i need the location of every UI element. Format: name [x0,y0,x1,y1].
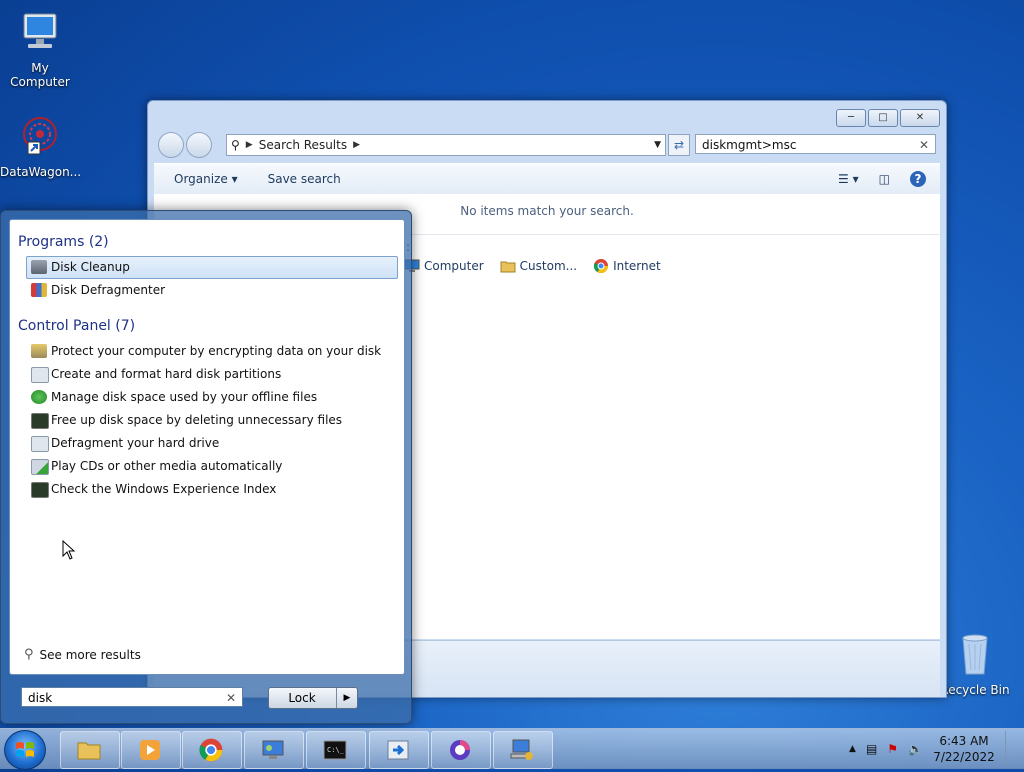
show-hidden-icons-icon[interactable]: ▲ [849,744,856,754]
taskbar-chrome-button[interactable] [182,731,242,769]
defrag-icon [31,436,49,452]
chrome-icon [593,259,609,273]
command-bar: Organize ▾ Save search ☰ ▾ ◫ ? [154,163,940,194]
close-button[interactable]: ✕ [900,109,940,127]
minimize-button[interactable]: ─ [836,109,866,127]
result-autoplay[interactable]: Play CDs or other media automatically [26,455,398,478]
volume-icon[interactable]: 🔈 [908,742,923,756]
breadcrumb-arrow-icon: ▶ [353,140,361,150]
help-icon[interactable]: ? [910,171,926,187]
disk-cleanup-icon [31,260,47,274]
sync-icon [31,390,47,404]
mouse-cursor-icon [62,540,76,560]
preview-pane-icon[interactable]: ◫ [879,172,890,186]
clock-time: 6:43 AM [939,734,989,748]
clear-search-icon[interactable]: ✕ [919,135,929,155]
save-search-button[interactable]: Save search [268,172,341,186]
folder-icon [500,261,516,273]
desktop-icon-datawagon[interactable]: DataWagon... [0,112,82,179]
computer-icon [23,13,57,48]
start-menu: Programs (2) Disk Cleanup Disk Defragmen… [0,210,412,724]
desktop-icon-label: My Computer [10,61,70,89]
datawagon-icon [23,117,57,155]
programs-group-title[interactable]: Programs (2) [10,220,404,256]
show-desktop-button[interactable] [1005,731,1016,767]
breadcrumb-arrow-icon: ▶ [245,140,253,150]
windows-logo-icon [16,742,34,757]
monitor-icon [31,413,49,429]
taskbar-control-panel-button[interactable] [244,731,304,769]
recycle-bin-icon [962,634,988,675]
start-search-value: disk [28,691,53,705]
result-encrypt-disk[interactable]: Protect your computer by encrypting data… [26,340,398,363]
media-player-icon [140,740,160,760]
chrome-icon [199,738,223,762]
search-again-computer[interactable]: Computer [404,258,484,274]
refresh-button[interactable]: ⇄ [668,134,690,156]
explorer-search-value: diskmgmt>msc [702,138,797,152]
shutdown-options-arrow-icon[interactable]: ▶ [336,688,357,708]
explorer-search-input[interactable]: diskmgmt>msc ✕ [695,134,936,154]
result-disk-defragmenter[interactable]: Disk Defragmenter [26,279,398,302]
remote-arrow-icon [387,740,409,760]
breadcrumb-search-results[interactable]: Search Results [259,138,347,152]
views-icon[interactable]: ☰ ▾ [838,172,859,186]
search-icon: ⚲ [24,647,34,662]
clock-date: 7/22/2022 [933,750,995,764]
start-button[interactable] [4,730,46,770]
search-again-locations: Computer Custom... Internet [404,258,661,274]
result-free-up-space[interactable]: Free up disk space by deleting unnecessa… [26,409,398,432]
control-panel-group-title[interactable]: Control Panel (7) [10,302,404,340]
search-icon: ⚲ [231,138,240,152]
system-tray: ▲ ▤ ⚑ 🔈 6:43 AM 7/22/2022 [849,731,1016,767]
command-prompt-icon: C:\_ [323,740,347,760]
organize-button[interactable]: Organize ▾ [174,172,238,186]
taskbar-remote-button[interactable] [369,731,429,769]
desktop-icon-label: Recycle Bin [940,683,1010,697]
start-search-input[interactable]: disk ✕ [21,687,243,707]
folder-icon [77,742,101,760]
back-button[interactable] [158,132,184,158]
result-create-partitions[interactable]: Create and format hard disk partitions [26,363,398,386]
search-again-internet[interactable]: Internet [593,258,661,274]
disk-defragmenter-icon [31,283,47,297]
window-controls: ─ □ ✕ [836,109,940,127]
result-offline-files[interactable]: Manage disk space used by your offline f… [26,386,398,409]
taskbar-network-app-button[interactable] [493,731,553,769]
forward-button[interactable] [186,132,212,158]
see-more-results-link[interactable]: ⚲ See more results [24,647,141,662]
lock-button[interactable]: Lock ▶ [268,687,358,709]
taskbar-explorer-button[interactable] [60,731,120,769]
address-dropdown-icon[interactable]: ▼ [654,140,661,150]
desktop-icon-recycle-bin[interactable]: Recycle Bin [935,630,1015,697]
start-menu-results: Programs (2) Disk Cleanup Disk Defragmen… [9,219,405,675]
desktop-icon-my-computer[interactable]: My Computer [0,8,80,89]
control-panel-icon [262,740,284,759]
svg-text:C:\_: C:\_ [327,746,345,754]
taskbar: C:\_ ▲ ▤ ⚑ 🔈 6:43 AM 7/22/2022 [0,728,1024,770]
result-experience-index[interactable]: Check the Windows Experience Index [26,478,398,501]
network-icon[interactable]: ▤ [866,742,877,756]
bitlocker-icon [31,344,47,358]
taskbar-media-player-button[interactable] [121,731,181,769]
autoplay-icon [31,459,49,475]
taskbar-cmd-button[interactable]: C:\_ [306,731,366,769]
clock[interactable]: 6:43 AM 7/22/2022 [933,733,995,765]
result-defragment-drive[interactable]: Defragment your hard drive [26,432,398,455]
network-computer-icon [510,739,533,760]
maximize-button[interactable]: □ [868,109,898,127]
address-bar[interactable]: ⚲ ▶ Search Results ▶ ▼ [226,134,666,156]
swirl-app-icon [450,740,470,760]
desktop-icon-label: DataWagon... [0,165,82,179]
monitor-icon [31,482,49,498]
action-center-icon[interactable]: ⚑ [887,742,898,756]
result-disk-cleanup[interactable]: Disk Cleanup [26,256,398,279]
taskbar-app-button[interactable] [431,731,491,769]
partition-icon [31,367,49,383]
clear-search-icon[interactable]: ✕ [226,688,236,708]
search-again-custom[interactable]: Custom... [500,258,577,274]
